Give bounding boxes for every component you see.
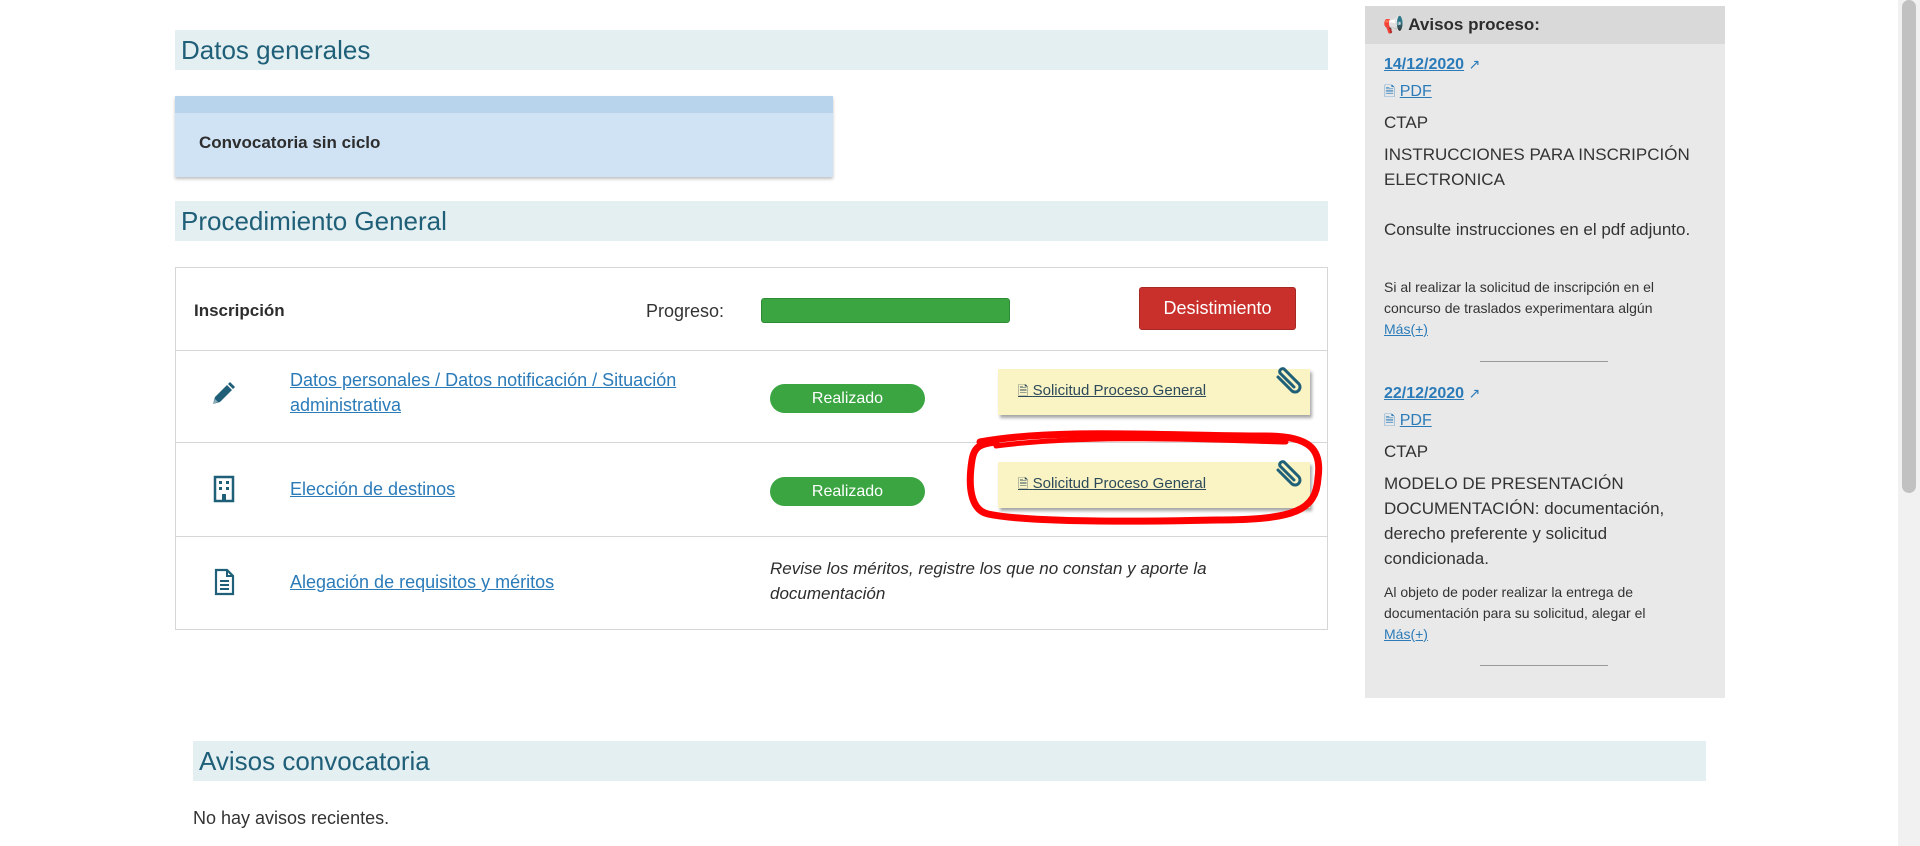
aviso-separator — [1480, 665, 1608, 666]
aviso-separator — [1480, 361, 1608, 362]
page-scrollbar[interactable] — [1898, 0, 1920, 846]
task-link-eleccion-destinos[interactable]: Elección de destinos — [290, 477, 455, 502]
avisos-convocatoria-header: Avisos convocatoria — [193, 741, 1706, 781]
aviso-pdf-link[interactable]: PDF — [1400, 83, 1432, 100]
aviso-excerpt: Al objeto de poder realizar la entrega d… — [1384, 584, 1646, 621]
external-link-icon[interactable]: ↗ — [1469, 56, 1481, 72]
convocatoria-box: Convocatoria sin ciclo — [175, 96, 833, 177]
desistimiento-button[interactable]: Desistimiento — [1139, 287, 1296, 330]
pdf-file-icon: 🗎 — [1384, 412, 1396, 428]
scrollbar-thumb[interactable] — [1902, 0, 1916, 493]
row-divider — [176, 350, 1327, 351]
avisos-proceso-title: 📢 Avisos proceso: — [1365, 6, 1725, 44]
avisos-proceso-panel: 📢 Avisos proceso: 14/12/2020 ↗ 🗎 PDF CTA… — [1365, 6, 1725, 698]
datos-generales-header: Datos generales — [175, 30, 1328, 70]
aviso-heading: INSTRUCCIONES PARA INSCRIPCIÓN ELECTRONI… — [1384, 145, 1690, 189]
paperclip-icon — [1276, 367, 1302, 394]
aviso-pdf-link[interactable]: PDF — [1400, 412, 1432, 429]
task-link-alegacion[interactable]: Alegación de requisitos y méritos — [290, 570, 554, 595]
avisos-convocatoria-empty: No hay avisos recientes. — [193, 808, 390, 828]
progreso-label: Progreso: — [646, 301, 725, 321]
convocatoria-label: Convocatoria sin ciclo — [199, 133, 381, 152]
status-badge: Realizado — [770, 384, 925, 413]
aviso-date-link[interactable]: 22/12/2020 — [1384, 385, 1464, 402]
inscripcion-label: Inscripción — [194, 301, 285, 320]
aviso-more-link[interactable]: Más(+) — [1384, 321, 1428, 337]
external-link-icon[interactable]: ↗ — [1469, 385, 1481, 401]
aviso-summary: Consulte instrucciones en el pdf adjunto… — [1384, 220, 1691, 239]
aviso-more-link[interactable]: Más(+) — [1384, 626, 1428, 642]
pdf-file-icon: 🗎 — [1018, 383, 1029, 398]
progress-bar — [761, 298, 1010, 323]
aviso-org: CTAP — [1384, 442, 1429, 461]
building-icon — [209, 473, 239, 503]
row-divider — [176, 536, 1327, 537]
progress-bar-fill — [761, 298, 1010, 323]
megaphone-icon: 📢 — [1383, 15, 1405, 34]
task-link-datos-personales[interactable]: Datos personales / Datos notificación / … — [290, 368, 710, 418]
aviso-heading: MODELO DE PRESENTACIÓN DOCUMENTACIÓN: do… — [1384, 474, 1665, 568]
pdf-file-icon: 🗎 — [1384, 83, 1396, 99]
attachment-link[interactable]: 🗎 Solicitud Proceso General — [1018, 382, 1206, 404]
aviso-date-link[interactable]: 14/12/2020 — [1384, 56, 1464, 73]
status-badge: Realizado — [770, 477, 925, 506]
aviso-excerpt: Si al realizar la solicitud de inscripci… — [1384, 279, 1655, 316]
red-highlight-annotation — [966, 430, 1323, 525]
attachment-note: 🗎 Solicitud Proceso General — [998, 367, 1310, 415]
pencil-icon — [208, 379, 238, 409]
aviso-org: CTAP — [1384, 113, 1429, 132]
procedimiento-header: Procedimiento General — [175, 201, 1328, 241]
document-icon — [209, 567, 239, 597]
alegacion-note: Revise los méritos, registre los que no … — [770, 559, 1207, 603]
